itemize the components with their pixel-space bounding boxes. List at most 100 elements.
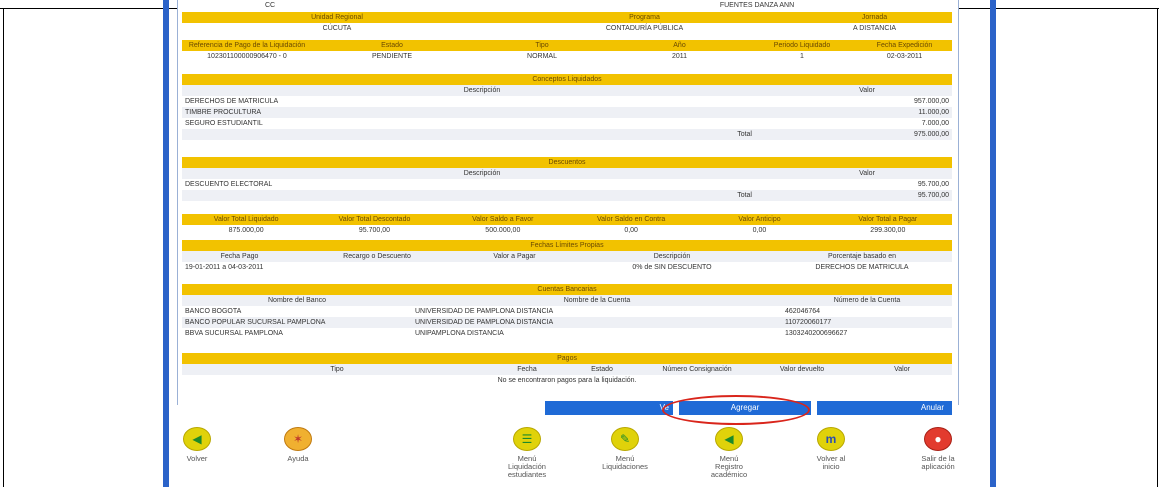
value-total-descontado: 95.700,00: [310, 225, 439, 236]
col-recargo: Recargo o Descuento: [297, 251, 457, 262]
menu-liquidaciones-icon: ✎: [611, 427, 639, 451]
value-saldo-favor: 500.000,00: [438, 225, 567, 236]
table-cell: UNIVERSIDAD DE PAMPLONA DISTANCIA: [412, 317, 782, 328]
value-estado: PENDIENTE: [312, 51, 472, 62]
col-anio: Año: [612, 40, 747, 51]
salir-button[interactable]: ● Salir de la aplicación: [903, 427, 973, 471]
exit-icon: ●: [924, 427, 952, 451]
value-programa: CONTADURÍA PÚBLICA: [492, 23, 797, 34]
col-tipo: Tipo: [182, 364, 492, 375]
list-item-value: 11.000,00: [782, 107, 952, 118]
value-anio: 2011: [612, 51, 747, 62]
descuentos-total-label: Total: [182, 190, 782, 201]
window-border-right: [990, 0, 996, 487]
volver-button[interactable]: ◀ Volver: [162, 427, 232, 463]
list-item-value: 957.000,00: [782, 96, 952, 107]
table-cell: 462046764: [782, 306, 952, 317]
pagos-empty-message: No se encontraron pagos para la liquidac…: [182, 375, 953, 386]
table-cell: 1303240200696627: [782, 328, 952, 339]
col-descripcion: Descripción: [572, 251, 772, 262]
list-item: DESCUENTO ELECTORAL: [182, 179, 782, 190]
conceptos-title: Conceptos Liquidados: [182, 74, 952, 85]
value-porcentaje: DERECHOS DE MATRICULA: [772, 262, 953, 273]
document-frame-right: [1157, 8, 1158, 487]
menu-liquidaciones-button[interactable]: ✎ Menú Liquidaciones: [590, 427, 660, 471]
menu-liquidaciones-label: Menú Liquidaciones: [602, 454, 648, 471]
col-periodo: Periodo Liquidado: [747, 40, 857, 51]
col-consignacion: Número Consignación: [642, 364, 752, 375]
student-row-partial: CC FUENTES DANZA ANN: [182, 0, 952, 11]
value-descripcion: 0% de SIN DESCUENTO: [572, 262, 772, 273]
col-anticipo: Valor Anticipo: [695, 214, 824, 225]
document-frame-left: [3, 8, 4, 487]
cuentas-table: Cuentas Bancarias Nombre del Banco Nombr…: [182, 284, 952, 339]
doc-type: CC: [262, 0, 562, 11]
col-valor-pagar: Valor a Pagar: [457, 251, 572, 262]
menu-liquidacion-label: Menú Liquidación estudiantes: [507, 454, 547, 479]
list-item: SEGURO ESTUDIANTIL: [182, 118, 782, 129]
cuentas-title: Cuentas Bancarias: [182, 284, 952, 295]
conceptos-total-value: 975.000,00: [782, 129, 952, 140]
conceptos-total-label: Total: [182, 129, 782, 140]
fechas-table: Fechas Límites Propias Fecha Pago Recarg…: [182, 240, 953, 273]
conceptos-table: Conceptos Liquidados Descripción Valor DE…: [182, 74, 952, 140]
salir-label: Salir de la aplicación: [921, 454, 955, 471]
ayuda-button[interactable]: ✶ Ayuda: [263, 427, 333, 463]
col-total-pagar: Valor Total a Pagar: [823, 214, 952, 225]
conceptos-col-desc: Descripción: [182, 85, 782, 96]
col-estado: Estado: [312, 40, 472, 51]
col-numero-cuenta: Número de la Cuenta: [782, 295, 952, 306]
header-unidad-programa: Unidad Regional Programa Jornada CÚCUTA …: [182, 12, 952, 34]
table-cell: BANCO BOGOTA: [182, 306, 412, 317]
col-fecha-pago: Fecha Pago: [182, 251, 297, 262]
descuentos-title: Descuentos: [182, 157, 952, 168]
back-arrow-icon: ◀: [183, 427, 211, 451]
header-referencia: Referencia de Pago de la Liquidación Est…: [182, 40, 952, 62]
pagos-table: Pagos Tipo Fecha Estado Número Consignac…: [182, 353, 953, 386]
value-anticipo: 0,00: [695, 225, 824, 236]
menu-liquidacion-icon: ☰: [513, 427, 541, 451]
fechas-title: Fechas Límites Propias: [182, 240, 953, 251]
value-fecha-expedicion: 02-03-2011: [857, 51, 952, 62]
table-cell: UNIVERSIDAD DE PAMPLONA DISTANCIA: [412, 306, 782, 317]
volver-label: Volver: [186, 454, 208, 463]
col-tipo: Tipo: [472, 40, 612, 51]
ayuda-label: Ayuda: [287, 454, 309, 463]
value-total-pagar: 299.300,00: [823, 225, 952, 236]
value-total-liquidado: 875.000,00: [182, 225, 311, 236]
col-jornada: Jornada: [797, 12, 952, 23]
col-saldo-contra: Valor Saldo en Contra: [566, 214, 696, 225]
col-total-descontado: Valor Total Descontado: [310, 214, 439, 225]
ver-button[interactable]: Ve: [545, 401, 673, 415]
list-item: DERECHOS DE MATRICULA: [182, 96, 782, 107]
col-fecha: Fecha: [492, 364, 562, 375]
menu-registro-label: Menú Registro académico: [710, 454, 748, 479]
descuentos-table: Descuentos Descripción Valor DESCUENTO EL…: [182, 157, 952, 201]
descuentos-total-value: 95.700,00: [782, 190, 952, 201]
value-saldo-contra: 0,00: [566, 225, 696, 236]
value-recargo: [297, 262, 457, 273]
totales-table: Valor Total Liquidado Valor Total Descon…: [182, 214, 952, 236]
table-cell: BBVA SUCURSAL PAMPLONA: [182, 328, 412, 339]
list-item: TIMBRE PROCULTURA: [182, 107, 782, 118]
volver-inicio-button[interactable]: m Volver al inicio: [796, 427, 866, 471]
descuentos-col-valor: Valor: [782, 168, 952, 179]
window-border-left: [163, 0, 169, 487]
col-saldo-favor: Valor Saldo a Favor: [438, 214, 567, 225]
value-fecha-pago: 19-01-2011 a 04-03-2011: [182, 262, 297, 273]
col-fecha-expedicion: Fecha Expedición: [857, 40, 952, 51]
descuentos-col-desc: Descripción: [182, 168, 782, 179]
menu-liquidacion-estudiantes-button[interactable]: ☰ Menú Liquidación estudiantes: [492, 427, 562, 479]
volver-inicio-label: Volver al inicio: [816, 454, 846, 471]
home-m-icon: m: [817, 427, 845, 451]
col-total-liquidado: Valor Total Liquidado: [182, 214, 311, 225]
student-name: FUENTES DANZA ANN: [562, 0, 952, 11]
col-programa: Programa: [492, 12, 797, 23]
col-valor: Valor: [852, 364, 953, 375]
lifebuoy-icon: ✶: [284, 427, 312, 451]
value-tipo: NORMAL: [472, 51, 612, 62]
table-cell: BANCO POPULAR SUCURSAL PAMPLONA: [182, 317, 412, 328]
col-valor-devuelto: Valor devuelto: [752, 364, 852, 375]
menu-registro-academico-button[interactable]: ◀ Menú Registro académico: [694, 427, 764, 479]
anular-button[interactable]: Anular: [817, 401, 952, 415]
